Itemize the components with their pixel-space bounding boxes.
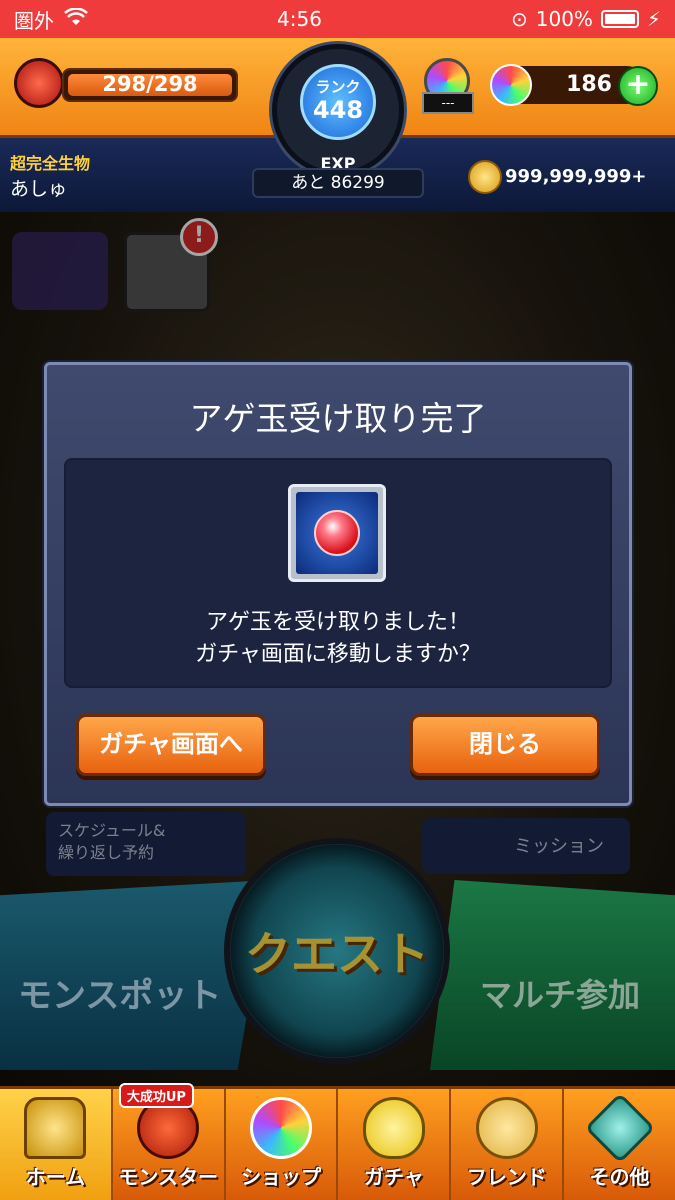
dialog-message-line1: アゲ玉を受け取りました！ — [205, 610, 470, 635]
battery-percent: 100% — [535, 7, 593, 31]
coin-icon — [468, 160, 502, 194]
coin-count: 999,999,999+ — [505, 166, 647, 187]
rank-value: 448 — [312, 96, 364, 124]
close-button[interactable]: 閉じる — [410, 714, 600, 776]
rotation-lock-icon: ⊙ — [510, 7, 528, 31]
shop-icon — [250, 1097, 313, 1159]
orb-icon — [490, 64, 532, 106]
nav-label-gacha: ガチャ — [363, 1165, 424, 1189]
stone-count-box: --- — [422, 92, 474, 114]
age-dama-icon — [314, 510, 360, 556]
battery-icon — [600, 10, 639, 28]
go-to-gacha-button[interactable]: ガチャ画面へ — [76, 714, 266, 776]
status-bar: 圏外 4:56 ⊙ 100% ⚡ — [0, 0, 675, 38]
nav-shop[interactable]: ショップ — [226, 1089, 339, 1200]
player-name: あしゅ — [10, 178, 68, 200]
nav-label-shop: ショップ — [241, 1165, 322, 1189]
other-icon — [584, 1092, 655, 1164]
bottom-nav: ホーム 大成功UP モンスター ショップ ガチャ フレンド その他 — [0, 1083, 675, 1200]
stamina-icon — [14, 58, 64, 108]
gacha-icon — [362, 1097, 425, 1159]
nav-label-other: その他 — [589, 1165, 650, 1189]
nav-label-monster: モンスター — [118, 1165, 219, 1189]
dialog-title: アゲ玉受け取り完了 — [189, 399, 487, 438]
nav-monster[interactable]: 大成功UP モンスター — [113, 1083, 226, 1200]
wifi-icon — [64, 7, 88, 31]
clock: 4:56 — [277, 7, 322, 31]
orb-count: 186 — [566, 72, 612, 97]
charging-icon: ⚡ — [646, 7, 661, 31]
player-title: 超完全生物 — [10, 154, 91, 173]
nav-label-friend: フレンド — [466, 1165, 547, 1189]
stamina-value: 298/298 — [102, 72, 198, 96]
success-up-badge: 大成功UP — [118, 1083, 194, 1108]
rank-label: ランク — [315, 78, 361, 96]
nav-friend[interactable]: フレンド — [451, 1089, 565, 1200]
nav-gacha[interactable]: ガチャ — [338, 1089, 452, 1200]
nav-other[interactable]: その他 — [564, 1089, 675, 1200]
home-icon — [24, 1097, 87, 1159]
friend-icon — [475, 1097, 538, 1159]
dialog-message-line2: ガチャ画面に移動しますか？ — [195, 642, 481, 667]
add-orb-button[interactable]: + — [618, 66, 658, 106]
nav-label-home: ホーム — [25, 1165, 86, 1189]
nav-home[interactable]: ホーム — [0, 1089, 113, 1200]
carrier-label: 圏外 — [14, 8, 54, 33]
exp-remaining: あと 86299 — [252, 168, 424, 198]
